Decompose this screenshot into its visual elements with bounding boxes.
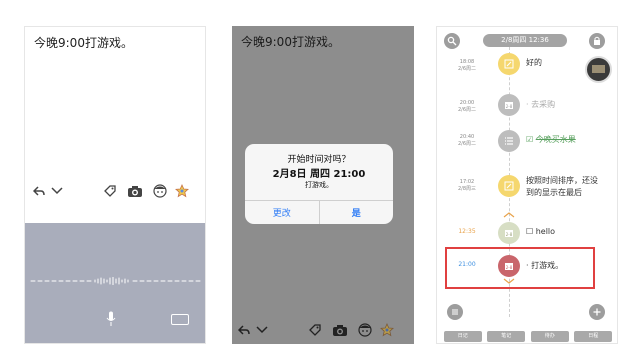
note-icon[interactable]	[498, 175, 520, 197]
highlight-box	[445, 247, 595, 289]
dialog-message: 打游戏。	[305, 181, 333, 189]
entry-time: 17:02 2/8周三	[457, 179, 477, 192]
checkbox-icon[interactable]: ☐	[526, 227, 533, 236]
confirm-button[interactable]: 是	[318, 201, 394, 224]
svg-text:2-8: 2-8	[506, 265, 513, 270]
tab-todo[interactable]: 待办	[530, 330, 569, 342]
reply-icon[interactable]	[33, 186, 45, 196]
checklist-icon[interactable]	[498, 130, 520, 152]
voice-waveform	[30, 277, 201, 285]
entry-time: 21:00	[458, 261, 476, 268]
entry-text[interactable]: 按照时间排序，还没到的显示在最后	[526, 175, 600, 199]
editor-toolbar-left	[238, 321, 268, 339]
entry-text[interactable]: ☑ 今晚买水果	[526, 134, 576, 145]
tab-schedule[interactable]: 日程	[574, 330, 613, 342]
svg-text:2-8: 2-8	[506, 232, 513, 237]
tag-icon[interactable]	[103, 184, 117, 198]
face-sticker-icon[interactable]	[358, 323, 372, 337]
reply-icon[interactable]	[238, 325, 250, 335]
entry-time: 20:00 2/6周二	[457, 100, 477, 113]
checked-box-icon[interactable]: ☑	[526, 135, 533, 144]
calendar-icon[interactable]: 2-8	[498, 255, 520, 277]
color-palette-icon[interactable]	[380, 323, 394, 337]
avatar[interactable]	[585, 56, 612, 83]
editor-toolbar-left	[33, 182, 63, 200]
entry-time: 18:08 2/6周二	[457, 59, 477, 72]
menu-icon[interactable]	[447, 304, 463, 320]
entry-text[interactable]: · 去采购	[526, 99, 555, 110]
phone-note-editor: 今晚9:00打游戏。	[24, 26, 206, 344]
start-time-dialog: 开始时间对吗？ 2月8日 周四 21:00 打游戏。 更改 是	[245, 144, 393, 224]
calendar-icon[interactable]: 2-8	[498, 222, 520, 244]
entry-time: 20:40 2/6周二	[457, 134, 477, 147]
entry-text[interactable]: · 打游戏。	[526, 260, 563, 271]
editor-toolbar-right	[103, 182, 189, 200]
dialog-buttons: 更改 是	[245, 200, 393, 224]
entry-time: 12:35	[458, 228, 476, 235]
chevron-down-icon[interactable]	[503, 278, 515, 284]
camera-icon[interactable]	[332, 324, 348, 337]
face-sticker-icon[interactable]	[153, 184, 167, 198]
svg-text:2-8: 2-8	[506, 104, 513, 109]
screenshot-collage: 今晚9:00打游戏。 今晚9:00打游戏。 开始时间对吗？ 2月8日 周四 21…	[0, 0, 640, 363]
date-header[interactable]: 2/8周四 12:36	[483, 34, 567, 47]
camera-icon[interactable]	[127, 185, 143, 198]
tab-diary[interactable]: 日记	[443, 330, 482, 342]
add-icon[interactable]	[589, 304, 605, 320]
entry-text[interactable]: 好的	[526, 57, 542, 68]
editor-toolbar-right	[308, 321, 394, 339]
chevron-up-icon[interactable]	[503, 212, 515, 218]
microphone-icon[interactable]	[106, 311, 116, 327]
phone-timeline: 2/8周四 12:36 18:08 2/6周二 好的 20:00 2/6周二 2-8…	[436, 26, 618, 344]
phone-confirm-dialog: 今晚9:00打游戏。 开始时间对吗？ 2月8日 周四 21:00 打游戏。 更改…	[232, 26, 414, 344]
chevron-down-icon[interactable]	[256, 326, 268, 334]
dialog-date: 2月8日 周四 21:00	[272, 169, 366, 180]
entry-text[interactable]: ☐ hello	[526, 227, 555, 236]
note-text: 今晚9:00打游戏。	[241, 35, 340, 49]
tab-notes[interactable]: 笔记	[487, 330, 526, 342]
dialog-title: 开始时间对吗？	[287, 155, 351, 165]
note-icon[interactable]	[498, 53, 520, 75]
change-button[interactable]: 更改	[245, 201, 319, 224]
note-text[interactable]: 今晚9:00打游戏。	[34, 34, 133, 51]
lock-icon[interactable]	[589, 33, 605, 49]
search-icon[interactable]	[444, 33, 460, 49]
bottom-tab-bar: 日记 笔记 待办 日程	[437, 329, 617, 343]
calendar-icon[interactable]: 2-8	[498, 94, 520, 116]
color-palette-icon[interactable]	[175, 184, 189, 198]
chevron-down-icon[interactable]	[51, 187, 63, 195]
tag-icon[interactable]	[308, 323, 322, 337]
keyboard-switch-icon[interactable]	[171, 314, 189, 325]
